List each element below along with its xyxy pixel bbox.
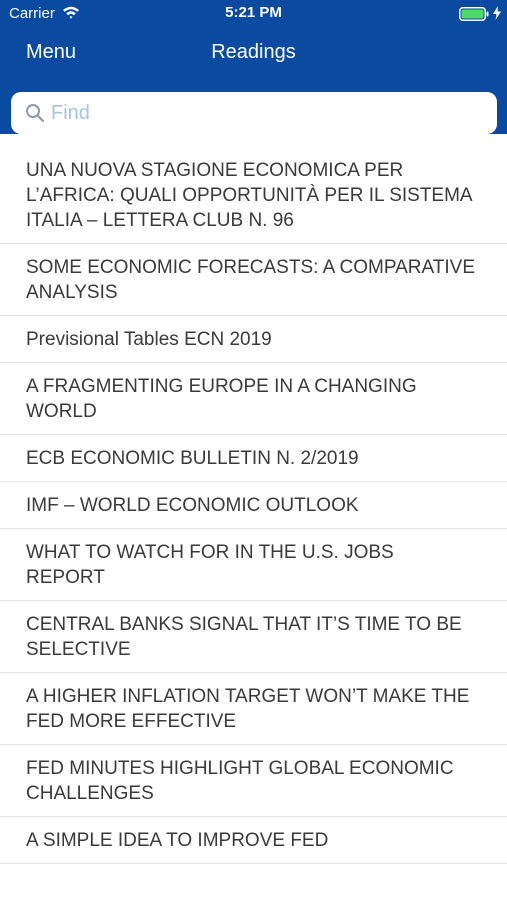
reading-title: IMF – WORLD ECONOMIC OUTLOOK [26, 495, 359, 516]
reading-list-item[interactable]: SOME ECONOMIC FORECASTS: A COMPARATIVE A… [0, 244, 507, 316]
reading-list-item[interactable]: CENTRAL BANKS SIGNAL THAT IT’S TIME TO B… [0, 601, 507, 673]
reading-title: ECB ECONOMIC BULLETIN N. 2/2019 [26, 448, 359, 469]
reading-list-item[interactable]: A FRAGMENTING EUROPE IN A CHANGING WORLD [0, 363, 507, 435]
reading-list-item[interactable]: IMF – WORLD ECONOMIC OUTLOOK [0, 482, 507, 529]
reading-title: A SIMPLE IDEA TO IMPROVE FED [26, 830, 329, 851]
readings-list: UNA NUOVA STAGIONE ECONOMICA PER L’AFRIC… [0, 147, 507, 864]
status-time: 5:21 PM [225, 4, 282, 21]
reading-title: WHAT TO WATCH FOR IN THE U.S. JOBS REPOR… [26, 542, 394, 588]
reading-title: FED MINUTES HIGHLIGHT GLOBAL ECONOMIC CH… [26, 758, 454, 804]
reading-title: A FRAGMENTING EUROPE IN A CHANGING WORLD [26, 376, 417, 422]
search-bar[interactable] [11, 92, 497, 134]
search-icon [26, 104, 45, 123]
reading-list-item[interactable]: A HIGHER INFLATION TARGET WON’T MAKE THE… [0, 673, 507, 745]
reading-list-item[interactable]: Previsional Tables ECN 2019 [0, 316, 507, 363]
page-title: Readings [211, 41, 296, 63]
reading-list-item[interactable]: FED MINUTES HIGHLIGHT GLOBAL ECONOMIC CH… [0, 745, 507, 817]
navigation-bar: Menu Readings [0, 28, 507, 78]
top-bar: Carrier 5:21 PM Menu Readings [0, 0, 507, 134]
reading-title: UNA NUOVA STAGIONE ECONOMICA PER L’AFRIC… [26, 160, 472, 231]
search-input[interactable] [51, 98, 481, 128]
reading-title: CENTRAL BANKS SIGNAL THAT IT’S TIME TO B… [26, 614, 462, 660]
battery-icon [459, 7, 489, 21]
status-bar: Carrier 5:21 PM [0, 0, 507, 28]
reading-list-item[interactable]: ECB ECONOMIC BULLETIN N. 2/2019 [0, 435, 507, 482]
reading-list-item[interactable]: UNA NUOVA STAGIONE ECONOMICA PER L’AFRIC… [0, 147, 507, 244]
reading-title: SOME ECONOMIC FORECASTS: A COMPARATIVE A… [26, 257, 476, 303]
reading-title: A HIGHER INFLATION TARGET WON’T MAKE THE… [26, 686, 470, 732]
reading-list-item[interactable]: WHAT TO WATCH FOR IN THE U.S. JOBS REPOR… [0, 529, 507, 601]
reading-title: Previsional Tables ECN 2019 [26, 329, 272, 350]
charging-bolt-icon [493, 6, 501, 20]
reading-list-item[interactable]: A SIMPLE IDEA TO IMPROVE FED [0, 817, 507, 864]
